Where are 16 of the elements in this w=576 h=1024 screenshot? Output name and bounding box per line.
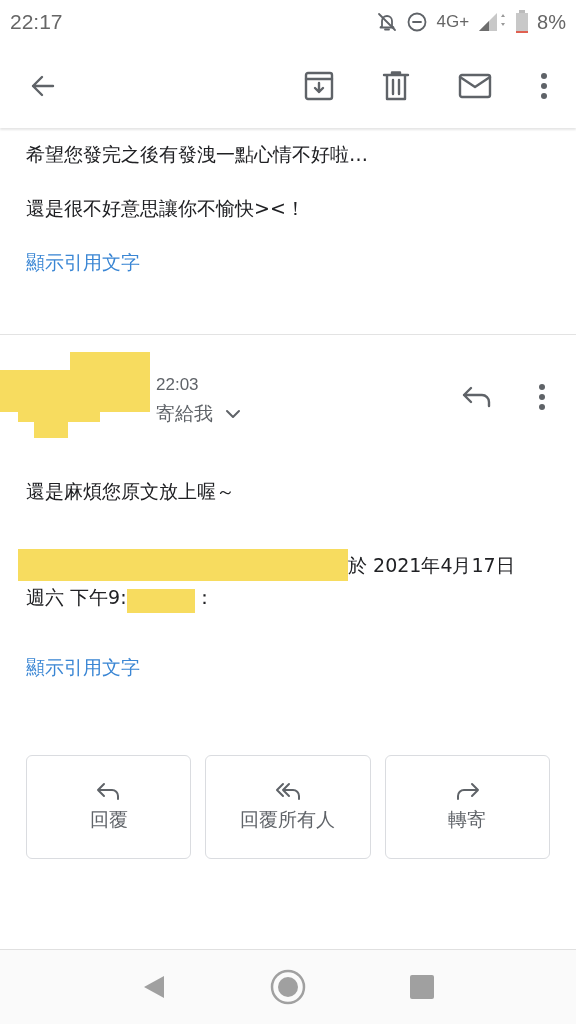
show-quoted-text-link[interactable]: 顯示引用文字 (26, 248, 140, 276)
message-text: 還是麻煩您原文放上喔～ (26, 479, 236, 504)
quote-header-text: 週六 下午9: (26, 585, 127, 610)
message-text: 希望您發完之後有發洩一點心情不好啦… (26, 142, 369, 167)
recipient-label: 寄給我 (156, 401, 213, 426)
reply-all-button[interactable]: 回覆所有人 (205, 755, 371, 859)
quote-header-text: 於 2021年4月17日 (348, 553, 515, 578)
sent-time: 22:03 (156, 375, 200, 395)
forward-button[interactable]: 轉寄 (384, 755, 550, 859)
quote-header-text: ： (194, 585, 214, 610)
clock: 22:17 (10, 10, 63, 34)
battery-level: 8% (537, 10, 566, 34)
reply-button[interactable]: 回覆 (26, 755, 192, 859)
network-type: 4G+ (436, 12, 470, 32)
message-text: 還是很不好意思讓你不愉快><！ (26, 196, 306, 221)
show-quoted-text-link[interactable]: 顯示引用文字 (26, 653, 140, 681)
